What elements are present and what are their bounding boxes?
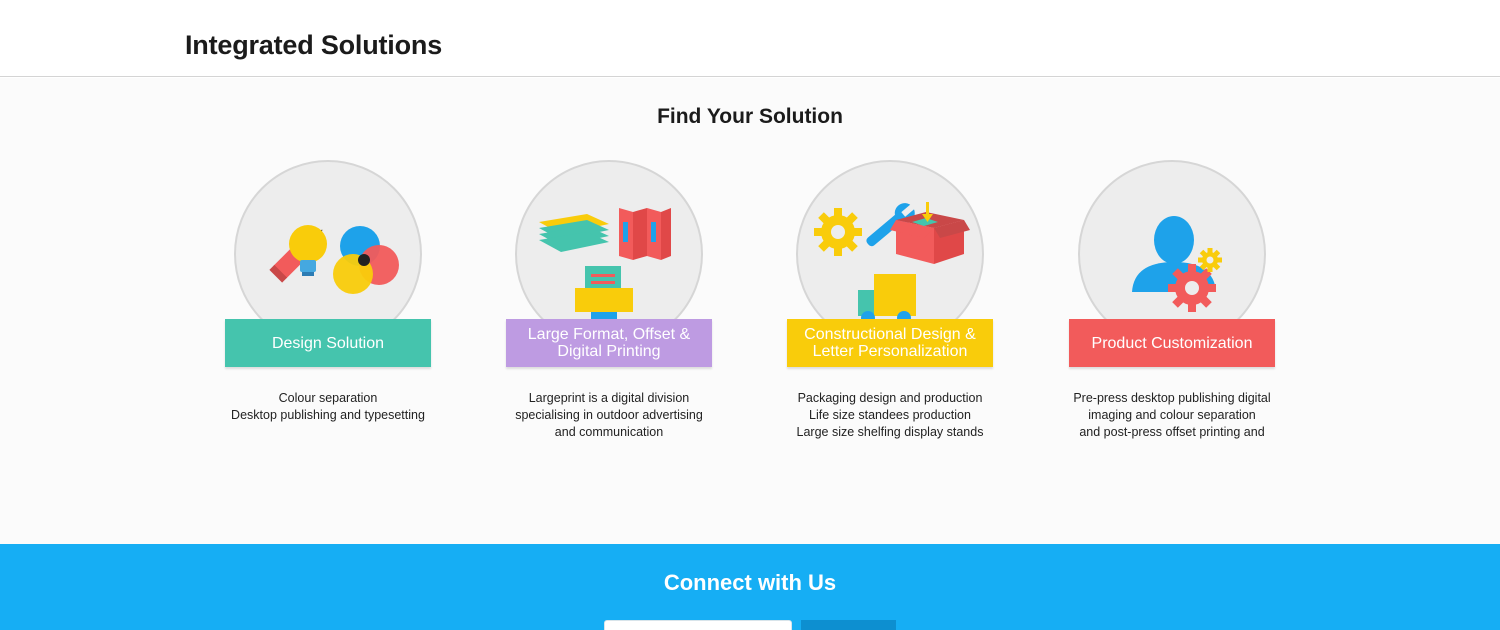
connect-section: Connect with Us — [0, 544, 1500, 630]
solution-card-design[interactable]: Design Solution Colour separation Deskto… — [225, 160, 431, 450]
section-title: Find Your Solution — [657, 105, 843, 128]
solution-description: Largeprint is a digital division special… — [515, 391, 703, 439]
solution-label-customization[interactable]: Product Customization — [1069, 319, 1275, 367]
solution-card-customization[interactable]: Product Customization Pre-press desktop … — [1069, 160, 1275, 450]
solution-label-design[interactable]: Design Solution — [225, 319, 431, 367]
solution-card-construction[interactable]: Constructional Design & Letter Personali… — [787, 160, 993, 450]
solution-description: Packaging design and production Life siz… — [796, 391, 984, 439]
page-title: Integrated Solutions — [185, 30, 443, 60]
solutions-section: Find Your Solution Design Solution Colou… — [0, 78, 1500, 544]
solution-card-printing[interactable]: Large Format, Offset & Digital Printing … — [506, 160, 712, 450]
email-input[interactable] — [604, 620, 792, 630]
solution-description: Colour separation Desktop publishing and… — [231, 391, 425, 422]
subscribe-button[interactable] — [801, 620, 896, 630]
page-header: Integrated Solutions — [0, 0, 1500, 77]
solution-label-construction[interactable]: Constructional Design & Letter Personali… — [787, 319, 993, 367]
connect-title: Connect with Us — [663, 570, 837, 595]
solution-label-printing[interactable]: Large Format, Offset & Digital Printing — [506, 319, 712, 367]
solution-description: Pre-press desktop publishing digital ima… — [1073, 391, 1271, 439]
